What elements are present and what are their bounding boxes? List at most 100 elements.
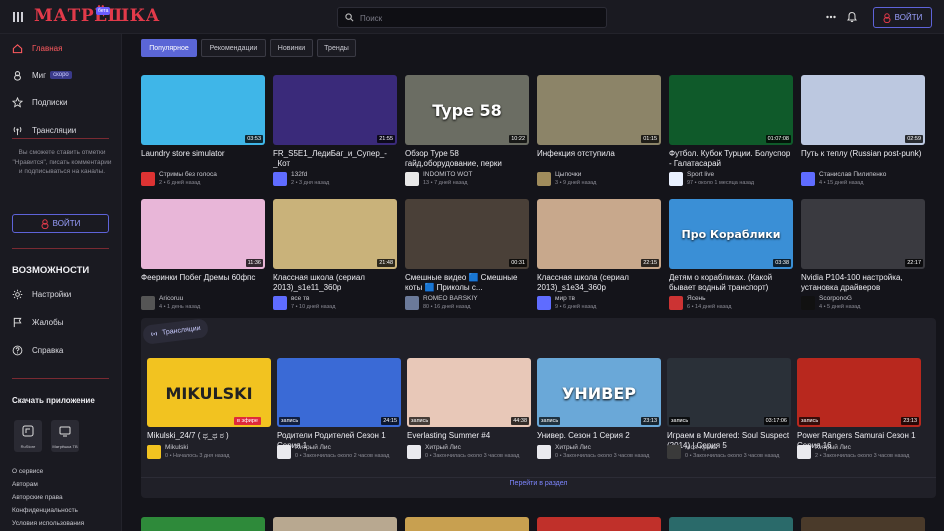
video-thumbnail[interactable]: запись 03:17:06 xyxy=(667,358,791,427)
channel-info[interactable]: мир тв 9 • 6 дней назад xyxy=(537,295,661,315)
video-card[interactable]: УНИВЕР запись 23:13 Универ. Сезон 1 Серия 2… xyxy=(537,358,661,473)
footer-link-copyright[interactable]: Авторские права xyxy=(12,494,63,501)
channel-name[interactable]: Хитрый Лис xyxy=(815,444,919,451)
avatar[interactable] xyxy=(407,445,421,459)
channel-name[interactable]: Цыпочки xyxy=(555,171,659,178)
channel-name[interactable]: Хитрый Лис xyxy=(295,444,399,451)
channel-info[interactable]: Хитрый Лис 0 • Закончилась около 3 часов … xyxy=(407,444,531,464)
avatar[interactable] xyxy=(801,172,815,186)
video-thumbnail[interactable]: Type 58 10:22 xyxy=(405,75,529,145)
avatar[interactable] xyxy=(273,172,287,186)
video-thumbnail[interactable]: 22:17 xyxy=(801,199,925,269)
video-thumbnail[interactable]: MIKULSKI в эфире xyxy=(147,358,271,427)
video-thumbnail[interactable] xyxy=(801,517,925,531)
video-thumbnail[interactable]: 02:59 xyxy=(801,75,925,145)
more-icon[interactable] xyxy=(826,12,836,22)
channel-info[interactable]: все тв 7 • 10 дней назад xyxy=(273,295,397,315)
channel-name[interactable]: мир тв xyxy=(555,295,659,302)
video-thumbnail[interactable]: запись 23:13 xyxy=(797,358,921,427)
video-card[interactable]: Про Кораблики 03:38 Детям о корабликах. (К… xyxy=(669,199,793,314)
rustore-app-button[interactable]: RuStore xyxy=(14,420,42,452)
avatar[interactable] xyxy=(141,172,155,186)
channel-info[interactable]: Ясень 6 • 14 дней назад xyxy=(669,295,793,315)
video-card[interactable]: 11:36 Фееринки Побег Дремы 60фпс Aricoruu 4… xyxy=(141,199,265,314)
video-thumbnail[interactable]: 21:48 xyxy=(273,199,397,269)
video-thumbnail[interactable]: 01:15 xyxy=(537,75,661,145)
channel-info[interactable]: 132fd 2 • 3 дня назад xyxy=(273,171,397,191)
channel-name[interactable]: Sport live xyxy=(687,171,791,178)
video-thumbnail[interactable]: 21:55 xyxy=(273,75,397,145)
channel-name[interactable]: ROMEO BARSKIY xyxy=(423,295,527,302)
channel-name[interactable]: Станислав Пилипенко xyxy=(819,171,923,178)
avatar[interactable] xyxy=(405,296,419,310)
footer-link-privacy[interactable]: Конфиденциальность xyxy=(12,507,78,514)
avatar[interactable] xyxy=(669,296,683,310)
avatar[interactable] xyxy=(537,172,551,186)
video-thumbnail[interactable]: 01:07:08 xyxy=(669,75,793,145)
video-card[interactable]: 21:55 FR_S5E1_ЛедиБаг_и_Супер_-_Кот 132fd 2… xyxy=(273,75,397,190)
video-title[interactable]: Nvidia P104-100 настройка, установка дра… xyxy=(801,273,925,293)
avatar[interactable] xyxy=(667,445,681,459)
video-title[interactable]: Классная школа (сериал 2013)_s1e11_360p xyxy=(273,273,397,293)
sidebar-item-settings[interactable]: Настройки xyxy=(0,283,122,305)
channel-info[interactable]: Моя Кровь 0 • Закончилась около 3 часов н… xyxy=(667,444,791,464)
channel-info[interactable]: Sport live 97 • около 1 месяца назад xyxy=(669,171,793,191)
avatar[interactable] xyxy=(537,445,551,459)
sidebar-login-button[interactable]: ВОЙТИ xyxy=(12,214,109,233)
channel-info[interactable]: ScorponoG 4 • 5 дней назад xyxy=(801,295,925,315)
video-card[interactable]: запись 03:17:06 Играем в Murdered: Soul Su… xyxy=(667,358,791,473)
sidebar-item-help[interactable]: Справка xyxy=(0,339,122,361)
footer-link-terms[interactable]: Условия использования xyxy=(12,520,84,527)
tab-recommendations[interactable]: Рекомендации xyxy=(201,39,266,57)
video-thumbnail[interactable] xyxy=(141,517,265,531)
video-thumbnail[interactable]: Про Кораблики 03:38 xyxy=(669,199,793,269)
channel-name[interactable]: Моя Кровь xyxy=(685,444,789,451)
video-thumbnail[interactable]: 03:53 xyxy=(141,75,265,145)
channel-name[interactable]: INDOMITO WOT xyxy=(423,171,527,178)
footer-link-authors[interactable]: Авторам xyxy=(12,481,38,488)
channel-name[interactable]: Mikulski xyxy=(165,444,269,451)
channel-name[interactable]: Aricoruu xyxy=(159,295,263,302)
go-to-section-link[interactable]: Перейти в раздел xyxy=(141,480,936,487)
video-card[interactable]: 03:53 Laundry store simulator Стримы без г… xyxy=(141,75,265,190)
video-title[interactable]: Инфекция отступила xyxy=(537,149,661,159)
channel-name[interactable]: все тв xyxy=(291,295,395,302)
sidebar-item-home[interactable]: Главная xyxy=(0,37,122,59)
channel-name[interactable]: Ясень xyxy=(687,295,791,302)
avatar[interactable] xyxy=(277,445,291,459)
avatar[interactable] xyxy=(273,296,287,310)
channel-name[interactable]: Стримы без голоса xyxy=(159,171,263,178)
channel-info[interactable]: Станислав Пилипенко 4 • 15 дней назад xyxy=(801,171,925,191)
tab-new[interactable]: Новинки xyxy=(270,39,313,57)
sidebar-item-complaints[interactable]: Жалобы xyxy=(0,311,122,333)
video-title[interactable]: Mikulski_24/7 ( ಥ_ಥ ಠ ) xyxy=(147,431,271,441)
video-title[interactable]: Everlasting Summer #4 xyxy=(407,431,531,441)
video-title[interactable]: Детям о корабликах. (Какой бывает водный… xyxy=(669,273,793,293)
channel-info[interactable]: Хитрый Лис 0 • Закончилась около 2 часов … xyxy=(277,444,401,464)
channel-info[interactable]: Mikulski 0 • Началось 3 дня назад xyxy=(147,444,271,464)
video-thumbnail[interactable]: 11:36 xyxy=(141,199,265,269)
video-card[interactable]: MIKULSKI в эфире Mikulski_24/7 ( ಥ_ಥ ಠ ) Mi… xyxy=(147,358,271,473)
header-login-button[interactable]: ВОЙТИ xyxy=(873,7,932,28)
video-thumbnail[interactable]: 00:31 xyxy=(405,199,529,269)
footer-link-about[interactable]: О сервисе xyxy=(12,468,43,475)
video-thumbnail[interactable] xyxy=(273,517,397,531)
avatar[interactable] xyxy=(669,172,683,186)
video-title[interactable]: Классная школа (сериал 2013)_s1e34_360p xyxy=(537,273,661,293)
video-title[interactable]: FR_S5E1_ЛедиБаг_и_Супер_-_Кот xyxy=(273,149,397,169)
video-card[interactable]: 02:59 Путь к теплу (Russian post-punk) Ста… xyxy=(801,75,925,190)
avatar[interactable] xyxy=(797,445,811,459)
bell-icon[interactable] xyxy=(846,11,858,23)
video-card[interactable]: 00:31 Смешные видео 🟦 Смешные коты 🟦 Прик… xyxy=(405,199,529,314)
search-bar[interactable] xyxy=(337,7,607,28)
avatar[interactable] xyxy=(537,296,551,310)
video-thumbnail[interactable]: запись 24:15 xyxy=(277,358,401,427)
channel-name[interactable]: Хитрый Лис xyxy=(555,444,659,451)
video-card[interactable]: 22:17 Nvidia P104-100 настройка, установк… xyxy=(801,199,925,314)
video-card[interactable]: 01:07:08 Футбол. Кубок Турции. Болуспор -… xyxy=(669,75,793,190)
video-card[interactable]: 01:15 Инфекция отступила Цыпочки 3 • 9 дней… xyxy=(537,75,661,190)
video-title[interactable]: Laundry store simulator xyxy=(141,149,265,159)
channel-name[interactable]: ScorponoG xyxy=(819,295,923,302)
channel-info[interactable]: Цыпочки 3 • 9 дней назад xyxy=(537,171,661,191)
video-card[interactable]: Type 58 10:22 Обзор Type 58 гайд,оборудова… xyxy=(405,75,529,190)
